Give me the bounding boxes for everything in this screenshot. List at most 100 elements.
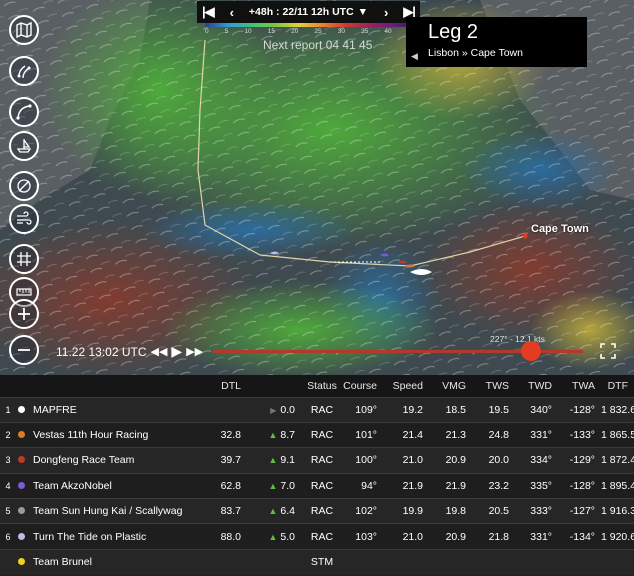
vmg-cell (429, 548, 472, 575)
team-name: Team AkzoNobel (33, 479, 112, 492)
playback-time: 11.22 13:02 UTC (56, 344, 147, 359)
race-map[interactable]: |◀ ‹ +48h : 22/11 12h UTC ▼ › ▶| 0 5 10 15 2… (0, 0, 634, 375)
status-cell: RAC (301, 421, 343, 448)
leg-title: Leg 2 (428, 21, 479, 43)
team-color-dot (18, 558, 25, 566)
dtl-cell: 39.7 (211, 447, 247, 474)
dtl-cell (211, 396, 247, 423)
col-tws[interactable]: TWS (472, 375, 515, 397)
arrow-up-icon: ▲ (268, 531, 278, 542)
compass-button[interactable] (9, 171, 39, 201)
status-cell: RAC (301, 472, 343, 499)
route-icon (16, 104, 32, 120)
leaderboard: DTL Status Course Speed VMG TWS TWD TWA … (0, 375, 634, 576)
speed-cell: 21.0 (383, 523, 429, 550)
wind-icon (17, 211, 32, 225)
table-row[interactable]: 3 Dongfeng Race Team 39.7 ▲ 9.1 RAC 100° 21.0 20… (0, 447, 634, 474)
collapse-arrow-icon[interactable]: ◀ (411, 51, 418, 62)
layers-icon (17, 65, 31, 79)
table-row[interactable]: Team Brunel STM (0, 548, 634, 575)
col-vmg[interactable]: VMG (429, 375, 472, 397)
wind-button[interactable] (9, 204, 39, 234)
delta-value: 7.0 (280, 479, 295, 492)
forecast-time-label: +48h : 22/11 12h UTC (248, 6, 354, 18)
team-name: Dongfeng Race Team (33, 454, 135, 467)
twa-cell: -128° (558, 396, 601, 423)
col-twd[interactable]: TWD (515, 375, 558, 397)
delta-value: 6.4 (280, 505, 295, 518)
play-icon[interactable]: ▶ (171, 343, 182, 360)
rewind-icon[interactable]: ◀◀ (151, 345, 168, 358)
wind-speed-ticks: 051015202530354045 (205, 28, 415, 35)
route-button[interactable] (9, 97, 39, 127)
col-dtl[interactable]: DTL (211, 375, 247, 397)
wind-scale-tick: 15 (267, 28, 275, 35)
table-row[interactable]: 2 Vestas 11th Hour Racing 32.8 ▲ 8.7 RAC 101° 2… (0, 421, 634, 448)
wind-scale-tick: 35 (361, 28, 369, 35)
skip-first-icon[interactable]: |◀ (202, 4, 215, 20)
zoom-out-button[interactable] (9, 335, 39, 365)
wind-scale-tick: 0 (205, 28, 209, 35)
dtl-cell: 88.0 (211, 523, 247, 550)
vmg-cell: 21.9 (429, 472, 472, 499)
table-row[interactable]: 1 MAPFRE ▶ 0.0 RAC 109° 19.2 18.5 19.5 340° -128° 1… (0, 396, 634, 423)
col-speed[interactable]: Speed (383, 375, 429, 397)
twd-cell: 340° (515, 396, 558, 423)
team-name: Team Brunel (33, 556, 92, 569)
speed-cell: 21.4 (383, 421, 429, 448)
next-icon[interactable]: › (384, 5, 388, 20)
course-cell: 103° (343, 523, 383, 550)
previous-icon[interactable]: ‹ (230, 5, 234, 20)
map-icon (16, 21, 32, 39)
team-name: Turn The Tide on Plastic (33, 530, 147, 543)
twa-cell: -133° (558, 421, 601, 448)
trend-cell: ▶ 0.0 (247, 396, 301, 423)
delta-value: 5.0 (280, 530, 295, 543)
wind-scale-tick: 20 (291, 28, 299, 35)
arrow-up-icon: ▲ (268, 506, 278, 517)
twd-cell: 334° (515, 447, 558, 474)
col-course[interactable]: Course (343, 375, 383, 397)
fullscreen-icon[interactable] (600, 343, 616, 359)
wind-scale-tick: 10 (244, 28, 252, 35)
layers-button[interactable] (9, 56, 39, 86)
course-cell: 94° (343, 472, 383, 499)
forecast-time-bar: |◀ ‹ +48h : 22/11 12h UTC ▼ › ▶| (197, 1, 420, 23)
next-report-countdown: Next report 04 41 45 (263, 38, 373, 52)
map-view-button[interactable] (9, 15, 39, 45)
status-cell: RAC (301, 396, 343, 423)
team-color-dot (18, 532, 25, 540)
wind-scale-tick: 40 (384, 28, 392, 35)
col-trend (247, 375, 301, 397)
boat-button[interactable] (9, 131, 39, 161)
zoom-in-button[interactable] (9, 299, 39, 329)
status-cell: RAC (301, 498, 343, 524)
grid-button[interactable] (9, 244, 39, 274)
col-dtf[interactable]: DTF (601, 375, 634, 397)
delta-value: 9.1 (280, 454, 295, 467)
table-row[interactable]: 6 Turn The Tide on Plastic 88.0 ▲ 5.0 RAC 103°… (0, 523, 634, 550)
wind-scale-tick: 5 (224, 28, 229, 35)
forecast-time-selector[interactable]: +48h : 22/11 12h UTC ▼ (249, 6, 368, 18)
dtl-cell: 83.7 (211, 498, 247, 524)
twd-cell: 331° (515, 523, 558, 550)
table-row[interactable]: 4 Team AkzoNobel 62.8 ▲ 7.0 RAC 94° 21.9 21.9 23.… (0, 472, 634, 499)
team-color-dot (18, 481, 25, 489)
dtf-cell: 1 895.40 (601, 472, 634, 499)
col-twa[interactable]: TWA (558, 375, 601, 397)
trend-cell: ▲ 9.1 (247, 447, 301, 474)
tws-cell: 24.8 (472, 421, 515, 448)
twd-cell: 333° (515, 498, 558, 524)
twa-cell: -128° (558, 472, 601, 499)
timeline-handle[interactable] (521, 341, 541, 361)
fast-forward-icon[interactable]: ▶▶ (186, 345, 203, 358)
ship-icon (16, 139, 32, 153)
team-color-dot (18, 456, 25, 464)
col-status[interactable]: Status (301, 375, 343, 397)
table-row[interactable]: 5 Team Sun Hung Kai / Scallywag 83.7 ▲ 6.4 RA… (0, 498, 634, 524)
dtf-cell: 1 872.40 (601, 447, 634, 474)
team-cell: Dongfeng Race Team (16, 447, 211, 474)
position-cell: 4 (0, 472, 16, 499)
trend-cell: ▲ 6.4 (247, 498, 301, 524)
trend-cell (247, 548, 301, 575)
